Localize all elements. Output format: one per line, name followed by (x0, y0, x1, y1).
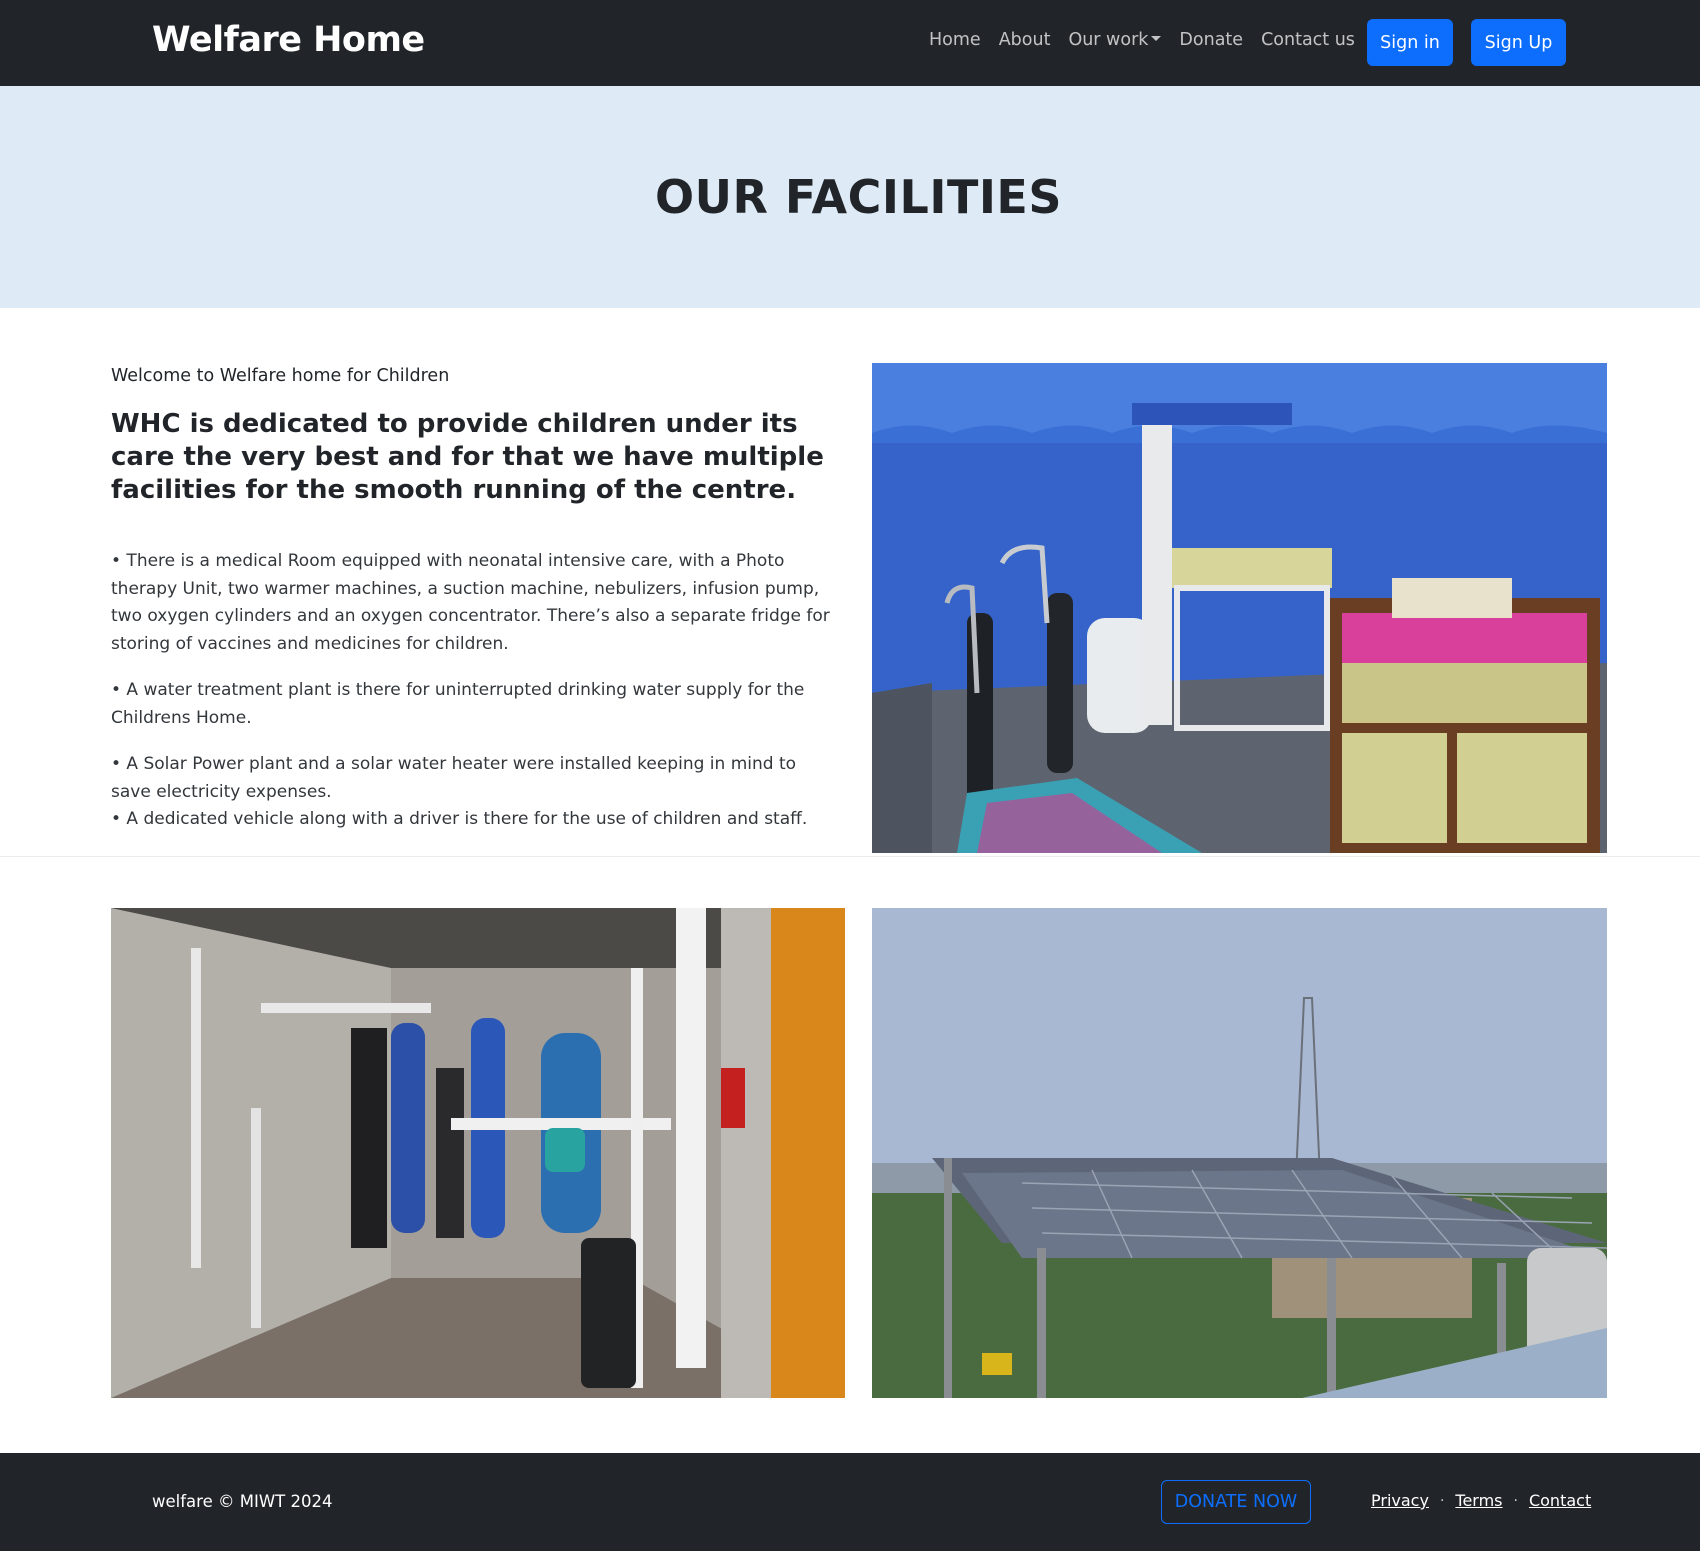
footer-separator: · (1439, 1492, 1445, 1509)
nav-link-contact[interactable]: Contact us (1261, 30, 1355, 50)
facility-item-vehicle: • A dedicated vehicle along with a drive… (111, 809, 808, 829)
footer-link-privacy[interactable]: Privacy (1371, 1491, 1429, 1510)
chevron-down-icon (1151, 35, 1162, 41)
page-title: OUR FACILITIES (655, 170, 1062, 224)
nav-link-our-work-label: Our work (1068, 30, 1149, 50)
donate-now-button[interactable]: DONATE NOW (1161, 1480, 1311, 1524)
facility-item-solar: • A Solar Power plant and a solar water … (111, 754, 797, 802)
hero-banner: OUR FACILITIES (0, 86, 1700, 308)
nav-link-our-work[interactable]: Our work (1068, 30, 1162, 50)
nav-link-about[interactable]: About (999, 30, 1051, 50)
footer: welfare © MIWT 2024 DONATE NOW Privacy ·… (0, 1453, 1700, 1551)
nav-link-home[interactable]: Home (929, 30, 981, 50)
facility-item-water: • A water treatment plant is there for u… (111, 680, 805, 728)
facility-list: • There is a medical Room equipped with … (111, 548, 836, 834)
sign-in-button[interactable]: Sign in (1367, 19, 1453, 66)
intro-label: Welcome to Welfare home for Children (111, 366, 450, 386)
footer-links: Privacy · Terms · Contact (1371, 1491, 1591, 1510)
nav-links: Home About Our work Donate Contact us (929, 30, 1373, 50)
sign-up-button[interactable]: Sign Up (1471, 19, 1566, 66)
facility-item-medical: • There is a medical Room equipped with … (111, 551, 830, 654)
footer-separator: · (1513, 1492, 1518, 1509)
medical-room-photo (872, 363, 1607, 853)
brand-logo[interactable]: Welfare Home (152, 20, 425, 60)
nav-link-donate[interactable]: Donate (1179, 30, 1243, 50)
copyright-text: welfare © MIWT 2024 (152, 1492, 333, 1511)
navbar: Welfare Home Home About Our work Donate … (0, 0, 1700, 86)
solar-plant-photo (872, 908, 1607, 1398)
footer-link-terms[interactable]: Terms (1455, 1491, 1502, 1510)
intro-heading: WHC is dedicated to provide children und… (111, 409, 824, 505)
water-treatment-photo (111, 908, 845, 1398)
section-divider (0, 856, 1700, 857)
footer-link-contact[interactable]: Contact (1529, 1491, 1591, 1510)
